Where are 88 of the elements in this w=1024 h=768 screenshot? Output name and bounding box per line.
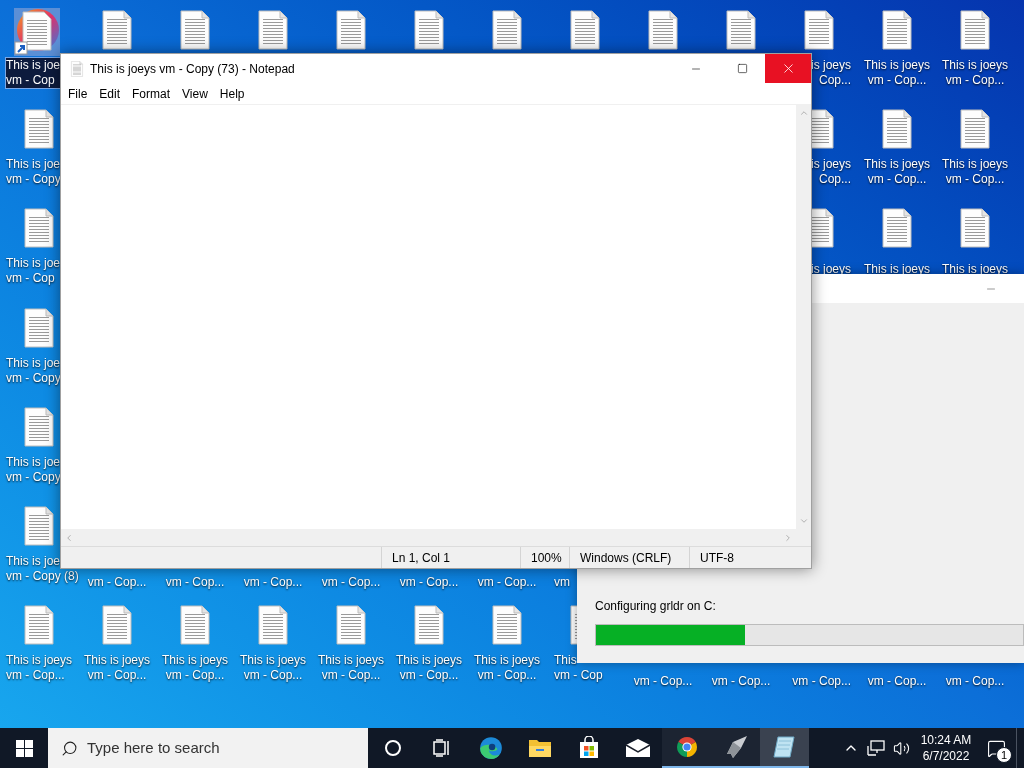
file-name-label: vm - Cop...	[87, 575, 147, 590]
file-name-label: vm - Cop...	[945, 674, 1005, 689]
file-name-label: This is joeys vm - Cop...	[318, 653, 384, 683]
notepad-icon	[771, 735, 798, 759]
file-icon[interactable]	[24, 208, 54, 248]
file-name-label: vm - Cop...	[633, 674, 693, 689]
file-name-label: This is joe vm - Cop	[6, 256, 61, 286]
file-icon[interactable]	[960, 208, 990, 248]
file-icon[interactable]	[102, 10, 132, 50]
file-name-label: This is joeys vm - Cop...	[240, 653, 306, 683]
taskbar-button[interactable]	[711, 728, 760, 768]
file-icon[interactable]	[336, 10, 366, 50]
taskbar-button[interactable]	[662, 728, 711, 768]
file-icon[interactable]	[180, 10, 210, 50]
task-view-icon	[432, 739, 451, 757]
file-name-label: vm - Cop...	[711, 674, 771, 689]
clock-time: 10:24 AM	[920, 732, 972, 748]
file-icon[interactable]	[570, 10, 600, 50]
window-title: This is joeys vm - Copy (73) - Notepad	[90, 60, 295, 78]
file-name-label: This is joe vm - Cop	[6, 58, 61, 88]
file-name-label: This is joeys vm - Cop...	[474, 653, 540, 683]
status-text: 100%	[531, 549, 562, 567]
notification-icon	[986, 738, 1006, 758]
file-name-label: is joeys Cop...	[811, 58, 851, 88]
file-name-label: This is joe vm - Copy	[6, 356, 61, 386]
file-name-label: vm - Cop...	[477, 575, 537, 590]
file-name-label: vm - Cop...	[867, 674, 927, 689]
file-name-label: vm - Cop...	[321, 575, 381, 590]
volume-icon[interactable]	[893, 739, 910, 757]
file-name-label: This is joeys vm - Cop...	[942, 157, 1008, 187]
file-name-label: This is joeys vm - Cop...	[396, 653, 462, 683]
clock[interactable]: 10:24 AM 6/7/2022	[916, 728, 976, 768]
file-icon[interactable]	[882, 109, 912, 149]
file-name-label: This is joe vm - Copy	[6, 157, 61, 187]
search-box[interactable]: Type here to search	[48, 728, 368, 768]
mail-icon	[624, 738, 651, 758]
menu-item[interactable]: Format	[126, 84, 177, 103]
menu-item[interactable]: File	[62, 84, 94, 103]
file-name-label: vm - Cop...	[399, 575, 459, 590]
file-icon[interactable]	[492, 10, 522, 50]
windows-logo-icon	[15, 739, 33, 757]
file-icon[interactable]	[24, 308, 54, 348]
file-icon[interactable]	[882, 208, 912, 248]
file-name-label: vm - Cop...	[792, 674, 851, 689]
file-name-label: This is joe vm - Copy (8)	[6, 554, 79, 584]
file-name-label: This is joeys vm - Cop...	[942, 58, 1008, 88]
notification-badge: 1	[996, 747, 1012, 763]
search-input[interactable]: Type here to search	[87, 736, 368, 760]
file-name-label: vm - Cop...	[243, 575, 303, 590]
file-icon[interactable]	[492, 605, 522, 645]
file-icon[interactable]	[960, 10, 990, 50]
menu-item[interactable]: View	[176, 84, 214, 103]
maximize-icon	[736, 63, 748, 74]
status-text: Configuring grldr on C:	[595, 598, 717, 615]
status-text: UTF-8	[700, 549, 734, 567]
file-icon[interactable]	[882, 10, 912, 50]
file-icon[interactable]	[726, 10, 756, 50]
file-icon[interactable]	[804, 10, 834, 50]
file-icon[interactable]	[414, 10, 444, 50]
file-name-label: This is joeys vm - Cop...	[864, 58, 930, 88]
notepad-icon	[70, 60, 84, 77]
file-icon[interactable]	[24, 109, 54, 149]
folder-icon	[527, 737, 552, 759]
edge-icon	[477, 735, 504, 761]
file-name-label: This is joeys vm - Cop...	[6, 653, 73, 683]
file-name-label: This is joeys vm - Cop...	[864, 157, 930, 187]
document-shortcut-icon[interactable]	[14, 8, 60, 56]
clock-date: 6/7/2022	[922, 748, 970, 764]
status-text: Ln 1, Col 1	[392, 549, 451, 567]
file-name-label: This is joe vm - Copy	[6, 455, 61, 485]
file-icon[interactable]	[648, 10, 678, 50]
file-icon[interactable]	[960, 109, 990, 149]
status-text: Windows (CRLF)	[580, 549, 672, 567]
file-icon[interactable]	[258, 10, 288, 50]
file-name-label: This is joeys vm - Cop...	[84, 653, 150, 683]
chrome-icon	[674, 735, 699, 759]
search-icon	[61, 739, 78, 757]
file-name-label: vm	[554, 575, 570, 590]
circle-icon	[383, 739, 402, 757]
file-name-label: This is joeys vm - Cop...	[162, 653, 228, 683]
notification-button[interactable]: 1	[976, 728, 1016, 768]
file-name-label: is joeys Cop...	[811, 157, 851, 187]
menu-item[interactable]: Edit	[93, 84, 127, 103]
network-icon[interactable]	[867, 740, 885, 756]
file-name-label: vm - Cop...	[165, 575, 225, 590]
menu-item[interactable]: Help	[213, 84, 251, 103]
taskbar-button[interactable]	[760, 728, 809, 768]
file-name-label: This vm - Cop	[554, 653, 603, 683]
